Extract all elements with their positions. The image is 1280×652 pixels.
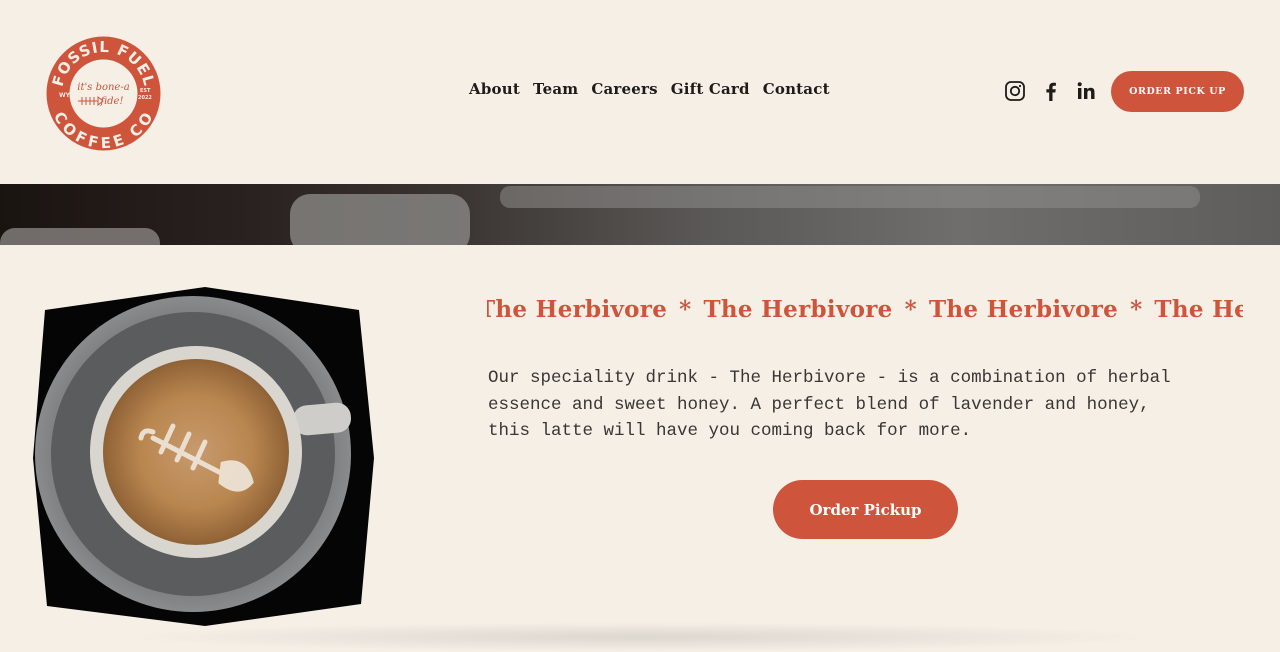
facebook-icon[interactable] — [1040, 80, 1062, 102]
next-section-shadow — [120, 622, 1160, 652]
nav-about[interactable]: About — [469, 80, 520, 98]
marquee-item: The Herbivore — [1154, 296, 1243, 323]
herbivore-marquee: The Herbivore * The Herbivore * The Herbivor… — [487, 296, 1243, 332]
logo-est-text: EST — [140, 88, 151, 94]
logo-tagline-1: it's bone-a — [77, 82, 129, 93]
nav-team[interactable]: Team — [533, 80, 578, 98]
description-line: this latte will have you coming back for… — [488, 421, 972, 441]
description-line: Our speciality drink - The Herbivore - i… — [488, 368, 1171, 388]
nav-contact[interactable]: Contact — [763, 80, 830, 98]
site-header: FOSSIL FUEL COFFEE CO WY EST 2022 it's b… — [0, 0, 1280, 184]
marquee-item: The Herbivore — [703, 296, 893, 323]
order-pick-up-button[interactable]: ORDER PICK UP — [1111, 71, 1244, 112]
linkedin-icon[interactable] — [1075, 80, 1097, 102]
logo-state-text: WY — [59, 92, 71, 99]
fossil-fuel-logo[interactable]: FOSSIL FUEL COFFEE CO WY EST 2022 it's b… — [46, 36, 161, 151]
description-line: essence and sweet honey. A perfect blend… — [488, 394, 1150, 415]
herbivore-latte-image — [33, 287, 374, 626]
logo-year-text: 2022 — [138, 95, 152, 101]
marquee-item: The Herbivore — [487, 296, 668, 323]
nav-careers[interactable]: Careers — [591, 80, 657, 98]
main-nav: About Team Careers Gift Card Contact — [469, 80, 830, 98]
marquee-item: The Herbivore — [928, 296, 1119, 323]
hero-photo-strip — [0, 184, 1280, 245]
nav-gift-card[interactable]: Gift Card — [671, 80, 750, 98]
instagram-icon[interactable] — [1004, 80, 1026, 102]
marquee-separator: * — [1130, 296, 1143, 323]
marquee-separator: * — [679, 296, 692, 323]
marquee-separator: * — [904, 296, 917, 323]
herbivore-description: Our speciality drink - The Herbivore - i… — [488, 365, 1248, 445]
order-pickup-button[interactable]: Order Pickup — [773, 480, 958, 539]
